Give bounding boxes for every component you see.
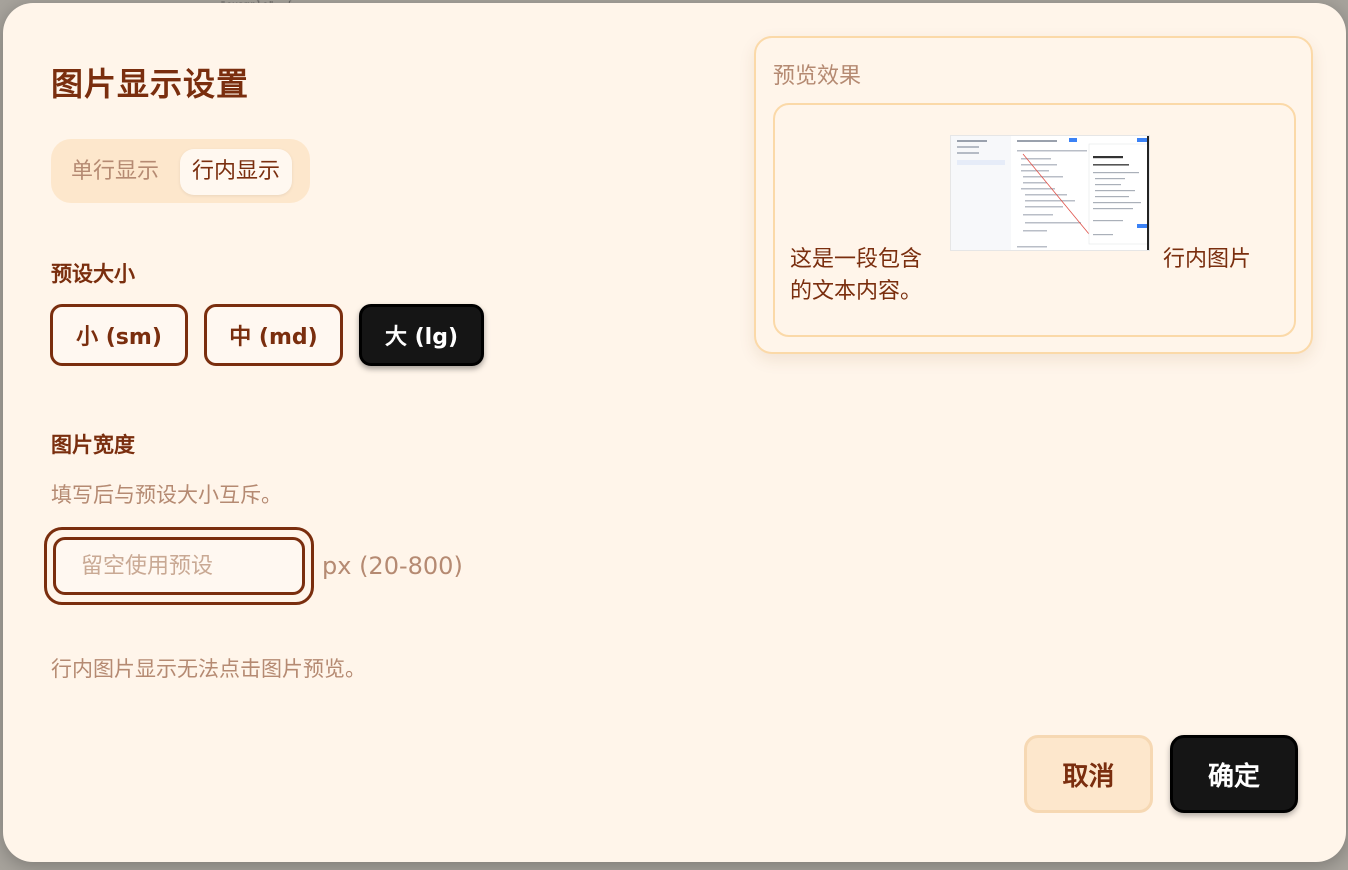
width-unit-label: px (20-800) [322, 552, 463, 580]
preview-text-after: 行内图片 [1163, 247, 1252, 272]
size-sm-button[interactable]: 小 (sm) [50, 304, 188, 366]
inline-note: 行内图片显示无法点击图片预览。 [51, 657, 366, 681]
preview-content: 这是一段包含 行内图片 的文本内容。 [773, 103, 1296, 337]
inline-image-thumbnail-icon [950, 135, 1150, 251]
preview-panel: 预览效果 这是一段包含 行内图片 的文本内容。 [754, 36, 1313, 354]
display-mode-inline[interactable]: 行内显示 [180, 149, 293, 195]
image-width-input[interactable] [53, 537, 305, 595]
preview-text-before: 这是一段包含 [790, 247, 923, 272]
size-md-button[interactable]: 中 (md) [204, 304, 343, 366]
size-lg-button[interactable]: 大 (lg) [359, 304, 484, 366]
preview-title: 预览效果 [773, 64, 862, 89]
display-mode-single-line[interactable]: 单行显示 [59, 149, 171, 195]
dialog-title: 图片显示设置 [51, 65, 250, 103]
preset-size-label: 预设大小 [51, 262, 135, 286]
display-mode-toggle: 单行显示 行内显示 [51, 139, 310, 203]
confirm-button[interactable]: 确定 [1170, 735, 1298, 813]
image-width-label: 图片宽度 [51, 433, 135, 457]
cancel-button[interactable]: 取消 [1024, 735, 1153, 813]
image-width-hint: 填写后与预设大小互斥。 [51, 483, 282, 507]
preview-text-line2: 的文本内容。 [790, 279, 923, 304]
width-input-focus-ring [44, 527, 314, 605]
image-display-settings-dialog: 图片显示设置 单行显示 行内显示 预设大小 小 (sm) 中 (md) 大 (l… [3, 3, 1346, 862]
